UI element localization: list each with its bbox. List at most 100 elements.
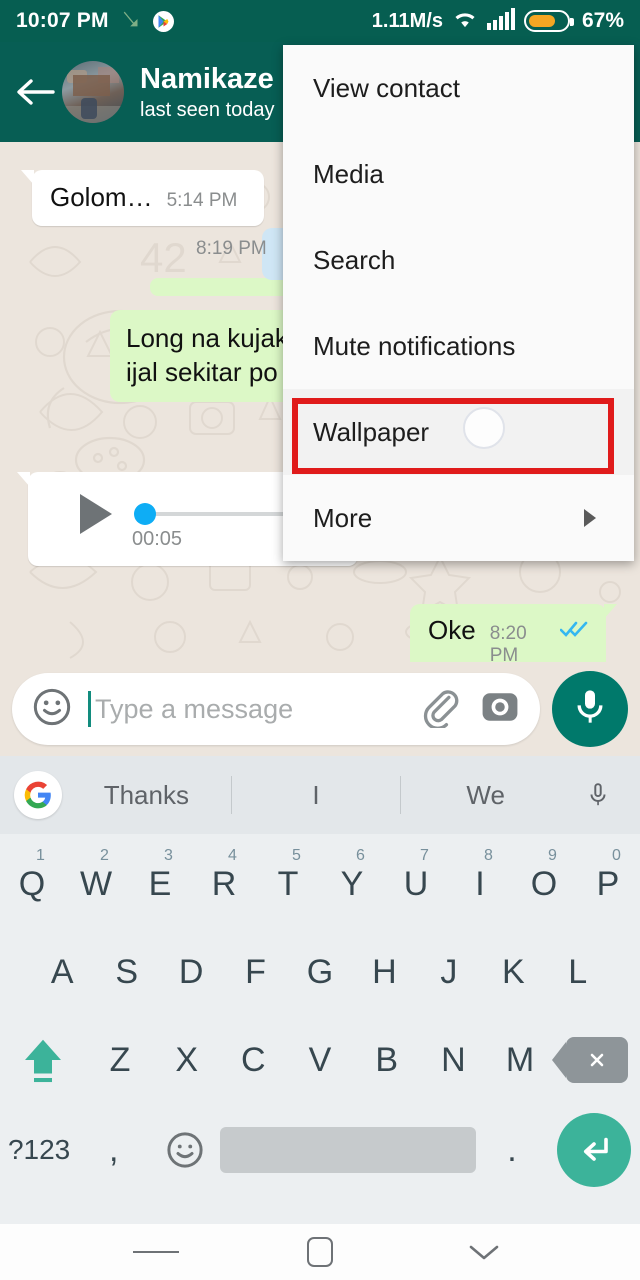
- key-a[interactable]: A: [30, 928, 94, 1016]
- play-store-icon: [152, 10, 174, 32]
- text-cursor: [88, 691, 91, 727]
- shift-icon[interactable]: [0, 1033, 87, 1087]
- keyboard-row-4: ?123 , .: [0, 1104, 640, 1196]
- key-k[interactable]: K: [481, 928, 545, 1016]
- key-h[interactable]: H: [352, 928, 416, 1016]
- menu-item-search[interactable]: Search: [283, 217, 634, 303]
- key-t[interactable]: T5: [256, 840, 320, 928]
- on-screen-keyboard[interactable]: Thanks I We Q1 W2 E3 R4 T5 Y6 U7 I8 O9 P…: [0, 756, 640, 1224]
- status-bar-left-icons: [121, 8, 174, 35]
- touch-ripple-indicator: [463, 407, 505, 449]
- google-logo-icon[interactable]: [14, 771, 62, 819]
- key-c[interactable]: C: [220, 1016, 287, 1104]
- menu-item-wallpaper[interactable]: Wallpaper: [283, 389, 634, 475]
- key-i[interactable]: I8: [448, 840, 512, 928]
- key-w[interactable]: W2: [64, 840, 128, 928]
- message-time: 8:20 PM: [489, 623, 527, 662]
- contact-status: last seen today: [140, 99, 275, 122]
- key-u[interactable]: U7: [384, 840, 448, 928]
- key-space[interactable]: [220, 1127, 477, 1173]
- paperclip-icon[interactable]: [420, 686, 462, 733]
- network-speed-label: 1.11M/s: [371, 9, 443, 32]
- key-j[interactable]: J: [417, 928, 481, 1016]
- keyboard-rows: Q1 W2 E3 R4 T5 Y6 U7 I8 O9 P0 A S D F G …: [0, 834, 640, 1196]
- suggestion-2[interactable]: We: [401, 780, 570, 811]
- play-icon[interactable]: [80, 494, 112, 534]
- key-n[interactable]: N: [420, 1016, 487, 1104]
- key-symbols[interactable]: ?123: [0, 1106, 78, 1194]
- message-input[interactable]: Type a message: [95, 694, 420, 725]
- system-navigation-bar: [0, 1224, 640, 1280]
- suggestion-0[interactable]: Thanks: [62, 780, 231, 811]
- read-receipt-icon: [560, 619, 590, 639]
- message-input-bar: Type a message: [0, 662, 640, 756]
- key-v[interactable]: V: [287, 1016, 354, 1104]
- status-bar-time: 10:07 PM: [16, 9, 109, 32]
- key-b[interactable]: B: [353, 1016, 420, 1104]
- menu-item-mute-notifications[interactable]: Mute notifications: [283, 303, 634, 389]
- key-e[interactable]: E3: [128, 840, 192, 928]
- overflow-menu[interactable]: View contact Media Search Mute notificat…: [283, 45, 634, 561]
- message-bubble-outgoing-oke[interactable]: Oke 8:20 PM: [410, 604, 617, 662]
- key-o[interactable]: O9: [512, 840, 576, 928]
- emoji-key-icon[interactable]: [149, 1129, 220, 1171]
- recents-icon[interactable]: [133, 1229, 179, 1275]
- key-l[interactable]: L: [546, 928, 610, 1016]
- key-s[interactable]: S: [94, 928, 158, 1016]
- message-bubble-incoming[interactable]: Golom… 5:14 PM: [21, 170, 264, 226]
- voice-input-icon[interactable]: [570, 778, 626, 812]
- key-period[interactable]: .: [476, 1106, 547, 1194]
- key-f[interactable]: F: [223, 928, 287, 1016]
- avatar[interactable]: [62, 61, 124, 123]
- status-bar-right-icons: 1.11M/s 67%: [371, 7, 624, 35]
- keyboard-row-3: Z X C V B N M: [0, 1016, 640, 1104]
- chevron-down-icon[interactable]: [461, 1229, 507, 1275]
- call-forward-icon: [121, 8, 143, 35]
- key-p[interactable]: P0: [576, 840, 640, 928]
- key-r[interactable]: R4: [192, 840, 256, 928]
- message-input-container[interactable]: Type a message: [12, 673, 540, 745]
- key-y[interactable]: Y6: [320, 840, 384, 928]
- battery-icon: [523, 10, 574, 32]
- key-m[interactable]: M: [487, 1016, 554, 1104]
- key-d[interactable]: D: [159, 928, 223, 1016]
- menu-item-more[interactable]: More: [283, 475, 634, 561]
- chevron-right-icon: [584, 509, 596, 527]
- backspace-icon[interactable]: [551, 1037, 640, 1083]
- status-bar: 10:07 PM 1.11M/s 67%: [0, 0, 640, 42]
- key-q[interactable]: Q1: [0, 840, 64, 928]
- message-time: 5:14 PM: [166, 190, 238, 211]
- emoji-icon[interactable]: [32, 687, 72, 732]
- wifi-icon: [452, 8, 478, 35]
- menu-item-label: Mute notifications: [313, 330, 516, 361]
- key-z[interactable]: Z: [87, 1016, 154, 1104]
- enter-icon: [556, 1113, 631, 1187]
- menu-item-label: Media: [313, 158, 384, 189]
- suggestion-1[interactable]: I: [232, 780, 401, 811]
- voice-progress-thumb[interactable]: [134, 503, 156, 525]
- menu-item-media[interactable]: Media: [283, 131, 634, 217]
- key-enter[interactable]: [548, 1113, 640, 1187]
- home-icon[interactable]: [297, 1229, 343, 1275]
- key-g[interactable]: G: [288, 928, 352, 1016]
- keyboard-row-1: Q1 W2 E3 R4 T5 Y6 U7 I8 O9 P0: [0, 840, 640, 928]
- key-x[interactable]: X: [153, 1016, 220, 1104]
- menu-item-label: View contact: [313, 72, 460, 103]
- battery-percent-label: 67%: [581, 9, 624, 32]
- keyboard-row-2: A S D F G H J K L: [0, 928, 640, 1016]
- contact-header[interactable]: Namikaze last seen today: [140, 63, 275, 122]
- menu-item-view-contact[interactable]: View contact: [283, 45, 634, 131]
- key-comma[interactable]: ,: [78, 1106, 149, 1194]
- voice-record-button[interactable]: [552, 671, 628, 747]
- voice-message-time: 8:19 PM: [196, 238, 267, 259]
- menu-item-label: Wallpaper: [313, 416, 430, 447]
- svg-text:42: 42: [140, 234, 187, 281]
- voice-duration-label: 00:05: [132, 528, 183, 550]
- camera-icon[interactable]: [478, 685, 522, 734]
- microphone-icon: [570, 687, 610, 732]
- signal-icon: [486, 7, 515, 35]
- suggestion-strip: Thanks I We: [0, 756, 640, 834]
- message-bubble-partial-top: [150, 278, 290, 296]
- message-text: Golom…: [50, 182, 153, 212]
- back-arrow-icon[interactable]: [12, 69, 58, 115]
